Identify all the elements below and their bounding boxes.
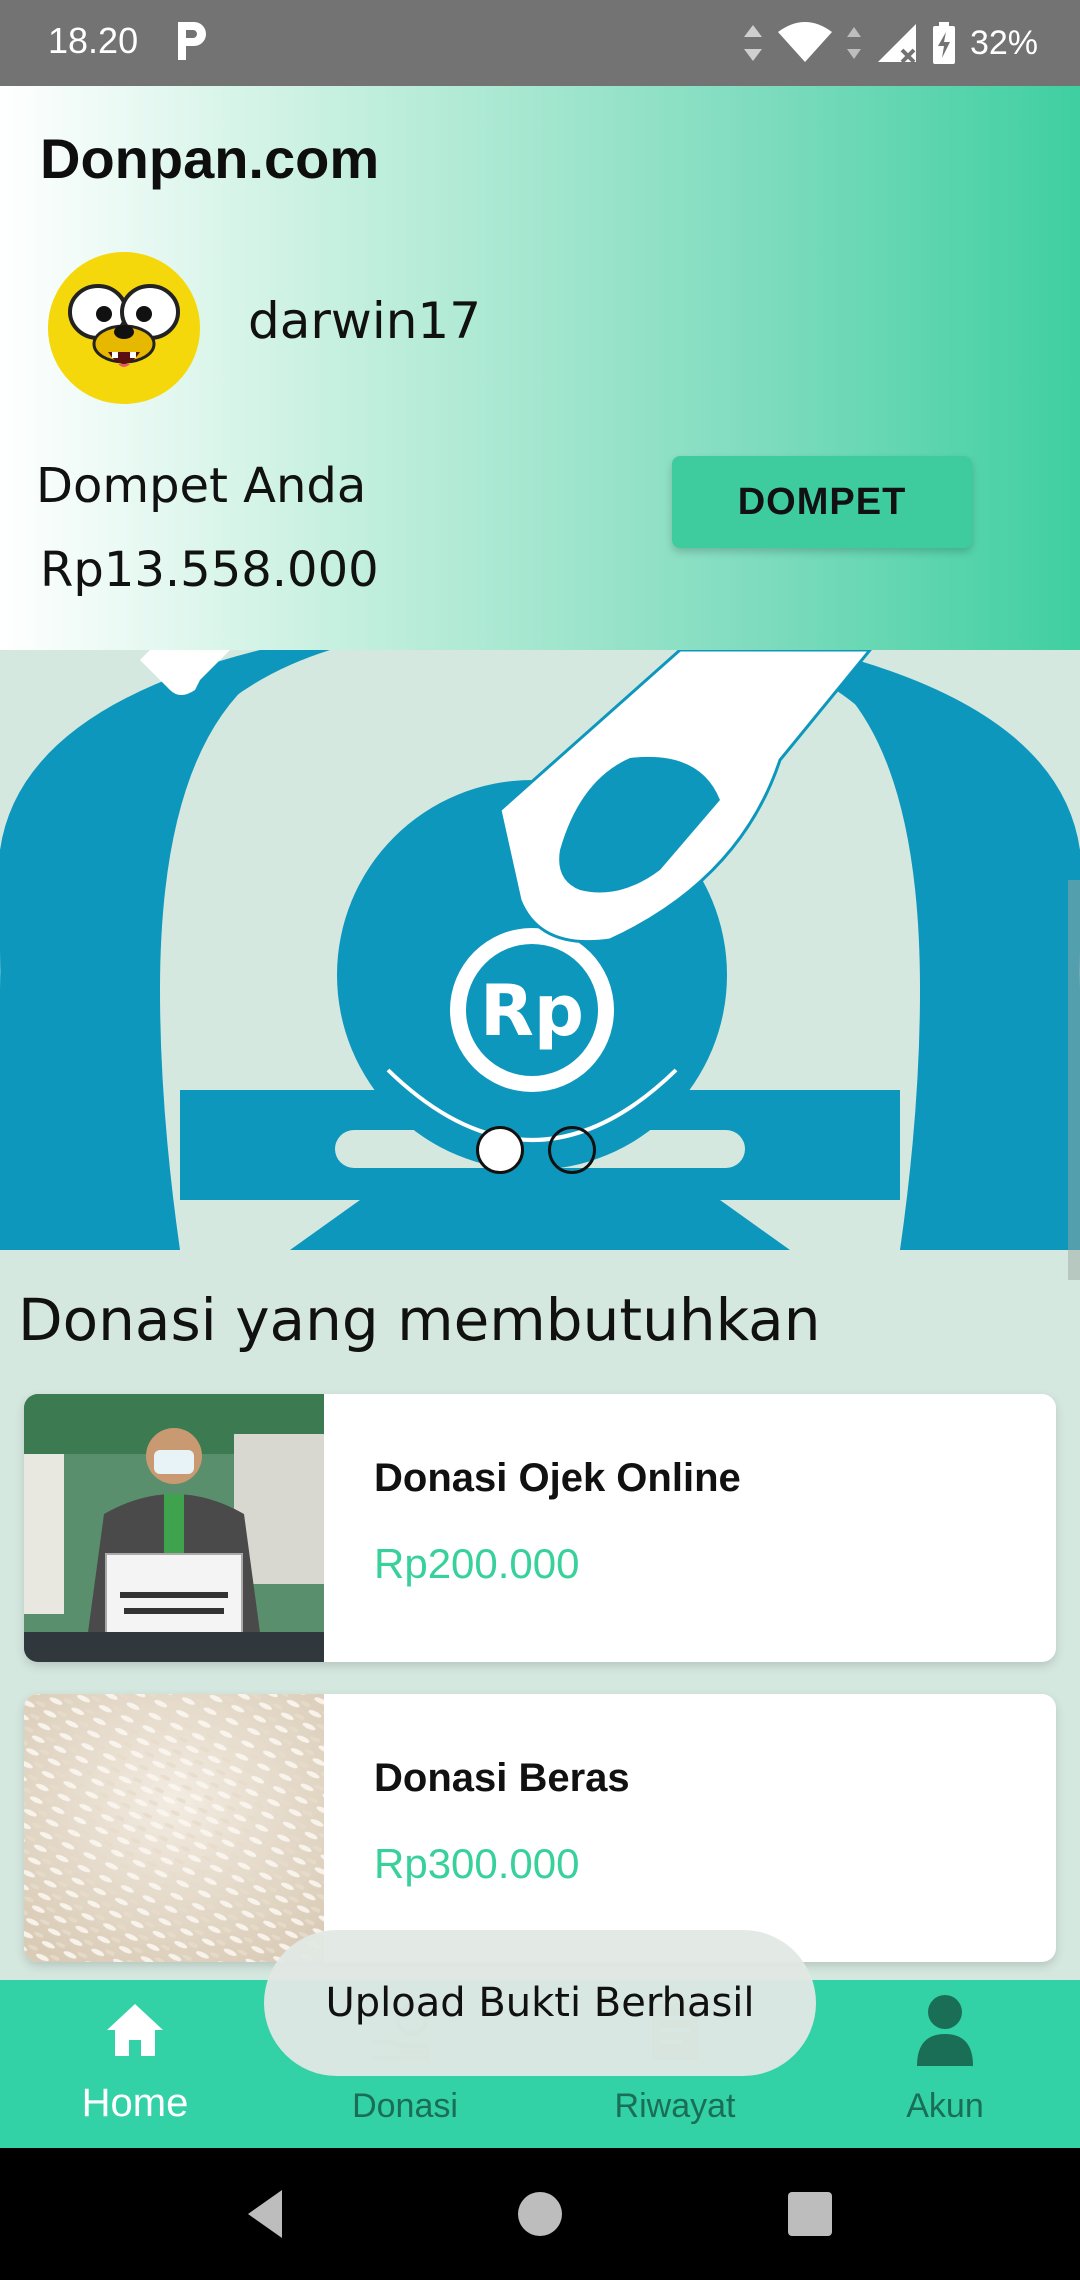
- toast-message: Upload Bukti Berhasil: [264, 1930, 816, 2076]
- jake-avatar-icon: [48, 252, 200, 404]
- banner-side-edge: [1068, 880, 1080, 1280]
- system-navigation-bar: [0, 2148, 1080, 2280]
- avatar[interactable]: [48, 252, 200, 404]
- data-arrows-icon: [743, 25, 762, 61]
- p-app-icon: [178, 22, 206, 60]
- recents-icon[interactable]: [780, 2184, 840, 2244]
- status-time: 18.20: [48, 20, 139, 61]
- wallet-balance: Rp13.558.000: [40, 542, 379, 598]
- nav-item-akun[interactable]: Akun: [810, 1980, 1080, 2148]
- nav-label-riwayat: Riwayat: [614, 2087, 736, 2125]
- donation-image-ojek: [24, 1394, 324, 1662]
- wifi-arrows-icon: [846, 27, 861, 59]
- status-bar: 18.20 32%: [0, 0, 1080, 86]
- wallet-label: Dompet Anda: [36, 458, 367, 514]
- donation-card[interactable]: Donasi Ojek Online Rp200.000: [24, 1394, 1056, 1662]
- section-title: Donasi yang membutuhkan: [18, 1286, 821, 1354]
- donation-amount: Rp300.000: [374, 1840, 580, 1887]
- wallet-button[interactable]: DOMPET: [672, 456, 972, 548]
- donation-card[interactable]: Donasi Beras Rp300.000: [24, 1694, 1056, 1962]
- home-button-icon[interactable]: [510, 2184, 570, 2244]
- donation-image-beras: [24, 1694, 324, 1962]
- nav-label-donasi: Donasi: [352, 2087, 458, 2125]
- nav-item-home[interactable]: Home: [0, 1980, 270, 2148]
- app-title: Donpan.com: [40, 127, 380, 190]
- home-icon: [107, 2004, 163, 2056]
- donation-title: Donasi Beras: [374, 1756, 630, 1800]
- wifi-icon: [777, 22, 832, 62]
- signal-icon: [877, 24, 916, 64]
- carousel-dot-1[interactable]: [476, 1126, 524, 1174]
- donation-amount: Rp200.000: [374, 1540, 580, 1587]
- account-icon: [917, 1995, 973, 2066]
- profile-header: Donpan.com darwin17 Dompet Anda Rp13.558…: [0, 86, 1080, 686]
- battery-icon: [932, 22, 955, 64]
- back-icon[interactable]: [238, 2184, 298, 2244]
- username: darwin17: [248, 292, 482, 350]
- battery-percent: 32%: [969, 23, 1038, 62]
- nav-label-akun: Akun: [906, 2087, 984, 2125]
- rp-badge-text: Rp: [480, 970, 584, 1052]
- donation-title: Donasi Ojek Online: [374, 1456, 741, 1500]
- nav-label-home: Home: [81, 2081, 189, 2125]
- carousel-dot-2[interactable]: [548, 1126, 596, 1174]
- carousel-indicator: [476, 1126, 596, 1174]
- status-icons: 32%: [742, 18, 1038, 68]
